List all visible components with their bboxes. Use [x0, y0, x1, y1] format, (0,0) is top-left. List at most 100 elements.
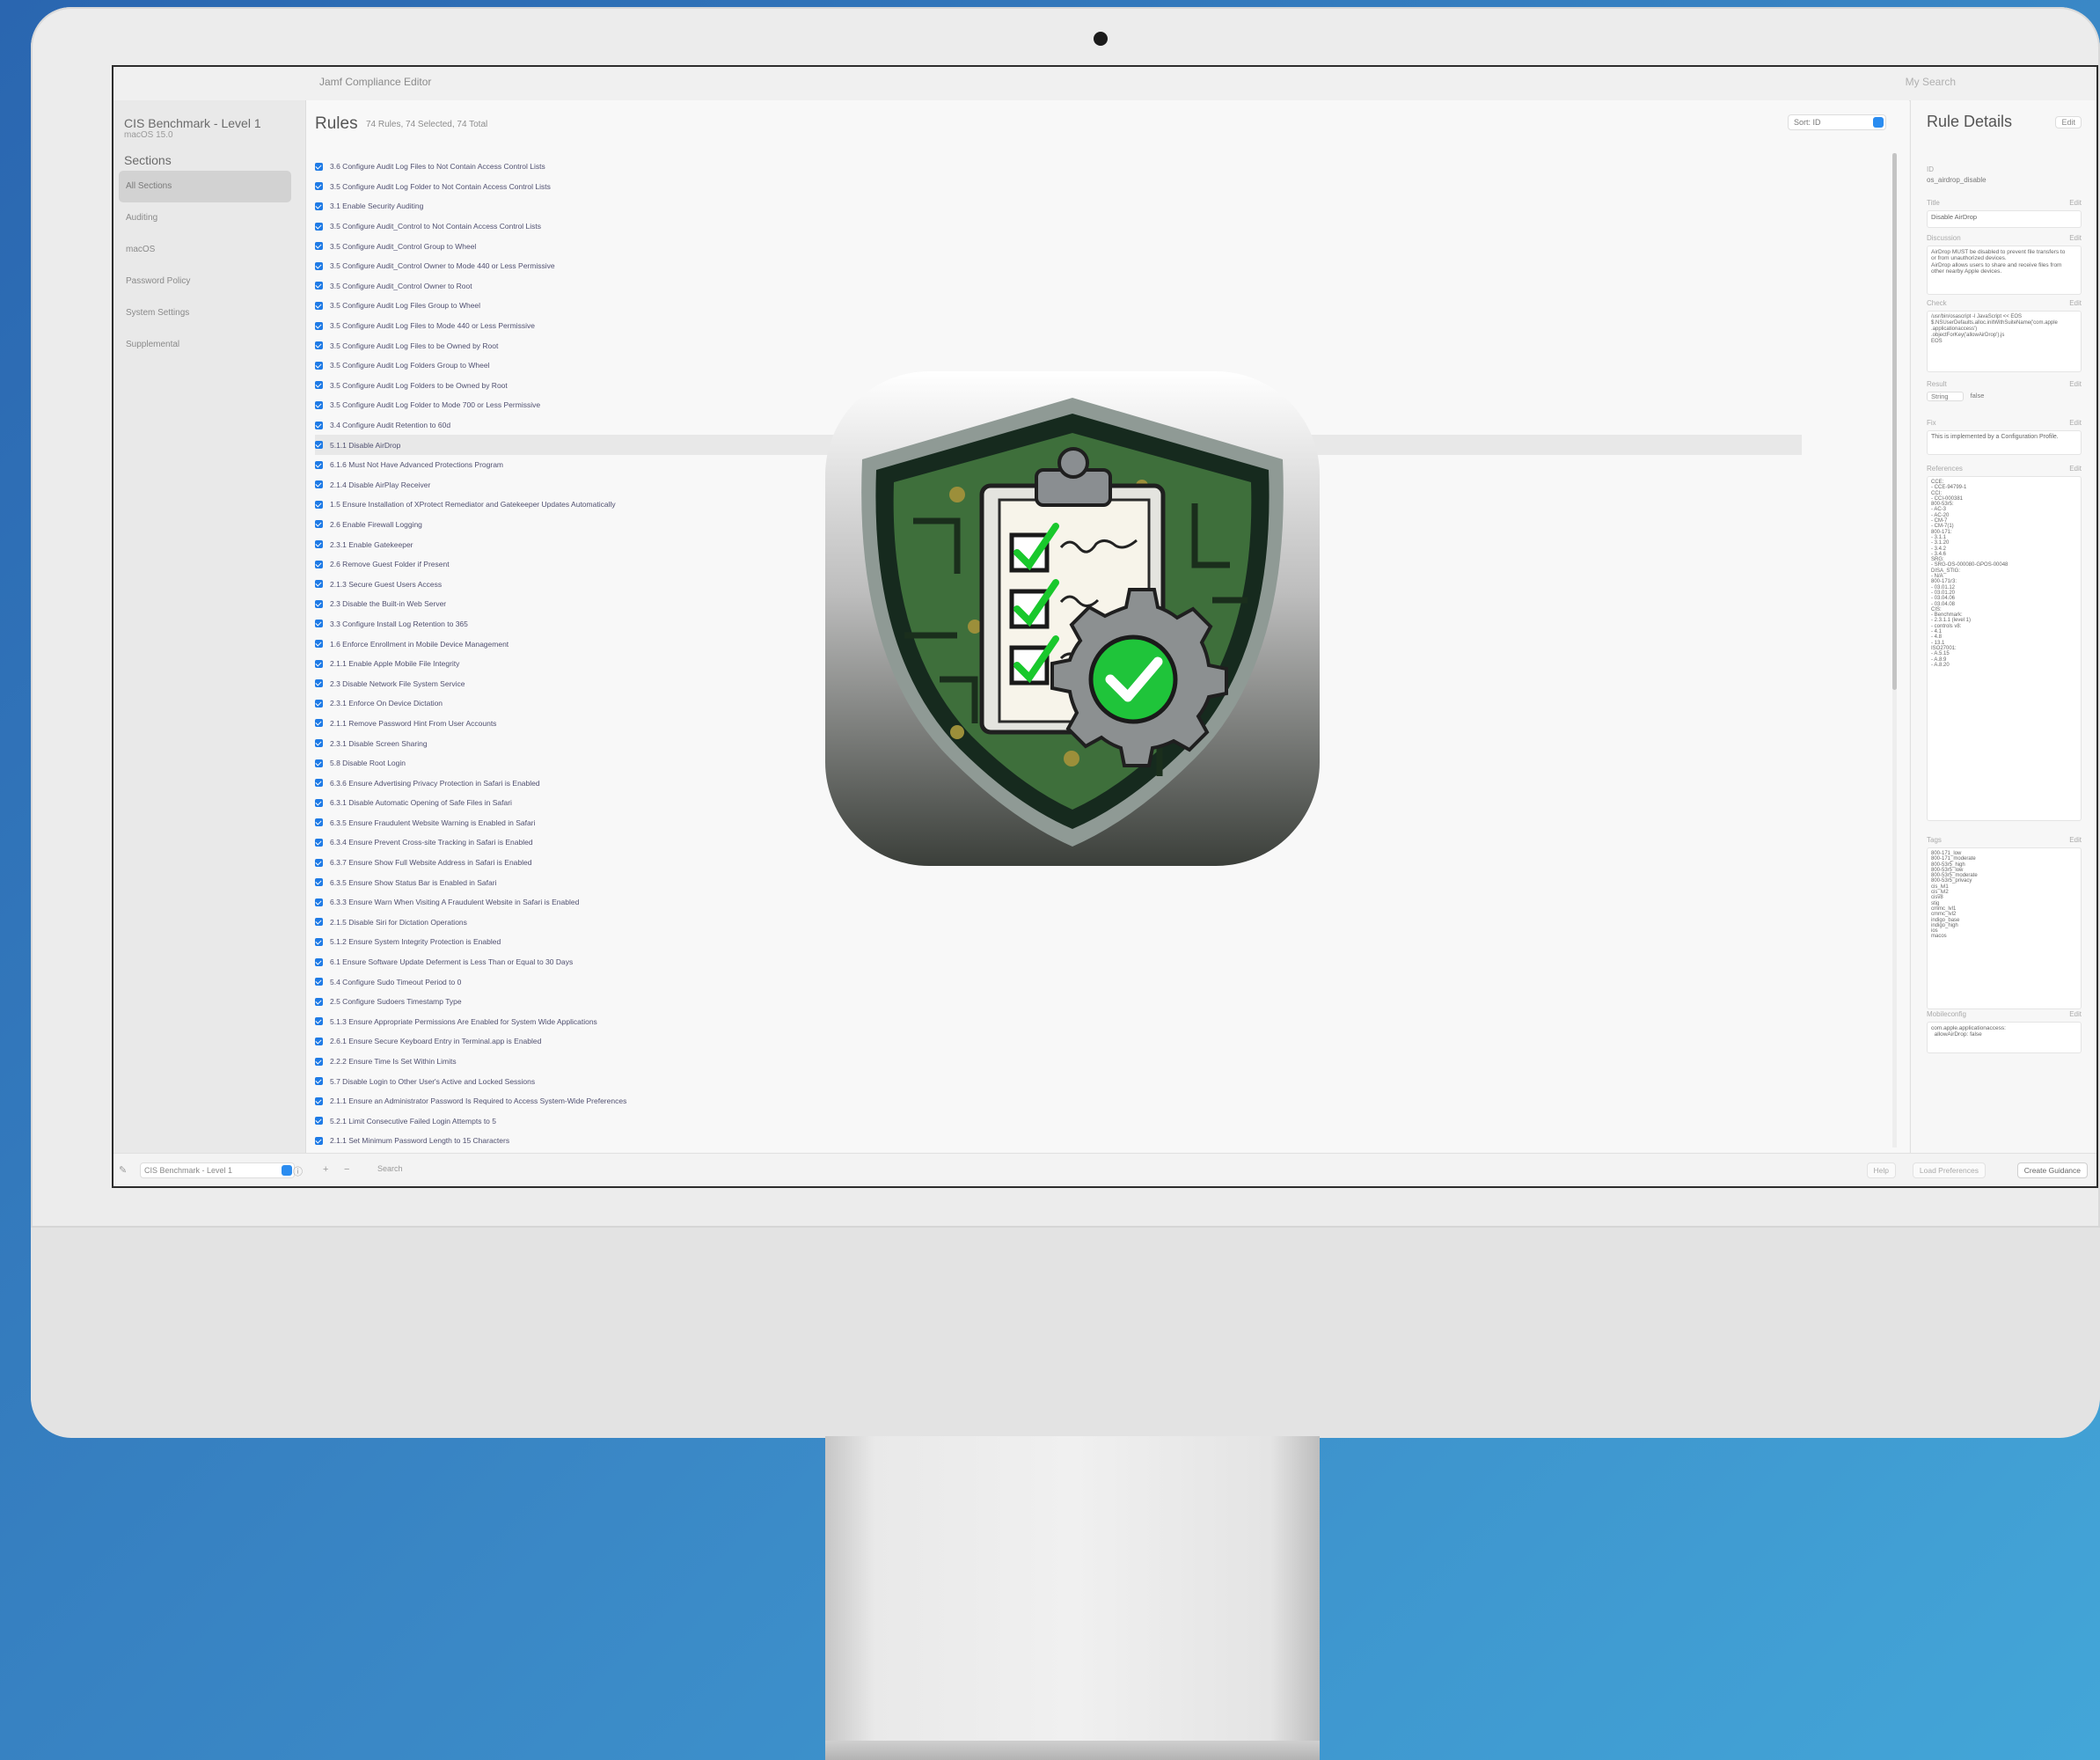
rule-row[interactable]: 3.5 Configure Audit Log Files to be Owne…: [315, 335, 1811, 356]
rule-checkbox[interactable]: [315, 798, 323, 807]
references-value[interactable]: CCE: - CCE-94799-1 CCI: - CCI-000381 800…: [1927, 476, 2082, 821]
rule-checkbox[interactable]: [315, 460, 323, 469]
rule-row[interactable]: 2.1.1 Ensure an Administrator Password I…: [315, 1091, 1811, 1111]
rule-checkbox[interactable]: [315, 540, 323, 549]
result-value[interactable]: false: [1971, 392, 1985, 401]
sidebar-item-macos[interactable]: macOS: [119, 234, 291, 266]
rule-checkbox[interactable]: [315, 779, 323, 788]
scrollbar[interactable]: [1892, 153, 1897, 1148]
rule-checkbox[interactable]: [315, 878, 323, 887]
rule-checkbox[interactable]: [315, 620, 323, 628]
rule-checkbox[interactable]: [315, 441, 323, 450]
rule-checkbox[interactable]: [315, 937, 323, 946]
rule-row[interactable]: 3.6 Configure Audit Log Files to Not Con…: [315, 157, 1811, 177]
create-guidance-button[interactable]: Create Guidance: [2016, 1162, 2088, 1178]
search-field[interactable]: My Search: [1906, 76, 1956, 88]
rule-row[interactable]: 5.1.3 Ensure Appropriate Permissions Are…: [315, 1012, 1811, 1032]
rule-row[interactable]: 3.5 Configure Audit Log Folder to Not Co…: [315, 177, 1811, 197]
rule-row[interactable]: 3.5 Configure Audit_Control Owner to Mod…: [315, 256, 1811, 276]
rule-checkbox[interactable]: [315, 1017, 323, 1026]
rule-checkbox[interactable]: [315, 997, 323, 1006]
rule-checkbox[interactable]: [315, 202, 323, 210]
rule-row[interactable]: 2.5 Configure Sudoers Timestamp Type: [315, 992, 1811, 1012]
tags-edit-link[interactable]: Edit: [2069, 836, 2082, 844]
sidebar-item-system-settings[interactable]: System Settings: [119, 297, 291, 329]
help-button[interactable]: Help: [1866, 1162, 1896, 1178]
rule-checkbox[interactable]: [315, 182, 323, 191]
rule-row[interactable]: 2.1.5 Disable Siri for Dictation Operati…: [315, 913, 1811, 933]
rule-checkbox[interactable]: [315, 1136, 323, 1145]
rule-checkbox[interactable]: [315, 739, 323, 748]
check-value[interactable]: /usr/bin/osascript -l JavaScript << EOS …: [1927, 311, 2082, 372]
rule-checkbox[interactable]: [315, 421, 323, 429]
title-value[interactable]: Disable AirDrop: [1927, 210, 2082, 228]
rule-row[interactable]: 2.2.2 Ensure Time Is Set Within Limits: [315, 1052, 1811, 1072]
check-edit-link[interactable]: Edit: [2069, 299, 2082, 307]
sort-select[interactable]: Sort: ID: [1788, 114, 1886, 130]
rule-checkbox[interactable]: [315, 1117, 323, 1126]
rule-row[interactable]: 5.2.1 Limit Consecutive Failed Login Att…: [315, 1111, 1811, 1132]
rule-row[interactable]: 3.1 Enable Security Auditing: [315, 196, 1811, 216]
rule-row[interactable]: 3.5 Configure Audit_Control Group to Whe…: [315, 236, 1811, 256]
rule-checkbox[interactable]: [315, 1077, 323, 1086]
rule-checkbox[interactable]: [315, 580, 323, 589]
fix-value[interactable]: This is implemented by a Configuration P…: [1927, 430, 2082, 455]
sidebar-item-supplemental[interactable]: Supplemental: [119, 329, 291, 361]
rule-checkbox[interactable]: [315, 321, 323, 330]
rule-checkbox[interactable]: [315, 719, 323, 728]
rule-checkbox[interactable]: [315, 1057, 323, 1066]
benchmark-select[interactable]: CIS Benchmark - Level 1: [140, 1162, 295, 1178]
info-icon[interactable]: ⓘ: [293, 1164, 303, 1178]
mobileconfig-value[interactable]: com.apple.applicationaccess: allowAirDro…: [1927, 1022, 2082, 1053]
rule-checkbox[interactable]: [315, 978, 323, 986]
result-type-select[interactable]: String: [1927, 392, 1964, 401]
rule-checkbox[interactable]: [315, 679, 323, 688]
sidebar-item-password-policy[interactable]: Password Policy: [119, 266, 291, 297]
rule-row[interactable]: 6.1 Ensure Software Update Deferment is …: [315, 952, 1811, 972]
rule-row[interactable]: 2.6.1 Ensure Secure Keyboard Entry in Te…: [315, 1031, 1811, 1052]
sidebar-item-all-sections[interactable]: All Sections: [119, 171, 291, 202]
rule-checkbox[interactable]: [315, 818, 323, 827]
rule-row[interactable]: 3.5 Configure Audit_Control to Not Conta…: [315, 216, 1811, 237]
rule-checkbox[interactable]: [315, 918, 323, 927]
rule-checkbox[interactable]: [315, 162, 323, 171]
rule-row[interactable]: 6.3.5 Ensure Show Status Bar is Enabled …: [315, 872, 1811, 892]
new-document-icon[interactable]: ✎: [119, 1164, 127, 1176]
scrollbar-thumb[interactable]: [1892, 153, 1897, 690]
rule-checkbox[interactable]: [315, 222, 323, 231]
rule-checkbox[interactable]: [315, 361, 323, 370]
add-icon[interactable]: +: [323, 1164, 328, 1175]
rule-checkbox[interactable]: [315, 898, 323, 906]
rule-checkbox[interactable]: [315, 1037, 323, 1045]
rule-row[interactable]: 3.5 Configure Audit_Control Owner to Roo…: [315, 276, 1811, 297]
rule-checkbox[interactable]: [315, 759, 323, 767]
discussion-edit-link[interactable]: Edit: [2069, 234, 2082, 242]
discussion-value[interactable]: AirDrop MUST be disabled to prevent file…: [1927, 246, 2082, 295]
tags-value[interactable]: 800-171_low 800-171_moderate 800-53r5_hi…: [1927, 847, 2082, 1009]
rule-row[interactable]: 6.3.3 Ensure Warn When Visiting A Fraudu…: [315, 892, 1811, 913]
rule-checkbox[interactable]: [315, 659, 323, 668]
rule-checkbox[interactable]: [315, 242, 323, 251]
remove-icon[interactable]: −: [344, 1164, 349, 1175]
rule-row[interactable]: 3.5 Configure Audit Log Files Group to W…: [315, 296, 1811, 316]
rule-checkbox[interactable]: [315, 699, 323, 708]
rule-checkbox[interactable]: [315, 560, 323, 568]
mobileconfig-edit-link[interactable]: Edit: [2069, 1010, 2082, 1018]
rule-checkbox[interactable]: [315, 640, 323, 649]
rule-checkbox[interactable]: [315, 261, 323, 270]
rule-row[interactable]: 5.1.2 Ensure System Integrity Protection…: [315, 932, 1811, 952]
rule-row[interactable]: 5.7 Disable Login to Other User's Active…: [315, 1071, 1811, 1091]
rule-checkbox[interactable]: [315, 480, 323, 489]
rule-row[interactable]: 3.5 Configure Audit Log Files to Mode 44…: [315, 316, 1811, 336]
filter-field[interactable]: Search: [377, 1164, 403, 1173]
fix-edit-link[interactable]: Edit: [2069, 419, 2082, 427]
rule-checkbox[interactable]: [315, 400, 323, 409]
rule-checkbox[interactable]: [315, 520, 323, 529]
references-edit-link[interactable]: Edit: [2069, 465, 2082, 473]
rule-checkbox[interactable]: [315, 301, 323, 310]
rule-row[interactable]: 5.4 Configure Sudo Timeout Period to 0: [315, 972, 1811, 992]
rule-checkbox[interactable]: [315, 381, 323, 390]
sidebar-item-auditing[interactable]: Auditing: [119, 202, 291, 234]
rule-checkbox[interactable]: [315, 838, 323, 847]
rule-row[interactable]: 2.1.1 Set Minimum Password Length to 15 …: [315, 1131, 1811, 1151]
